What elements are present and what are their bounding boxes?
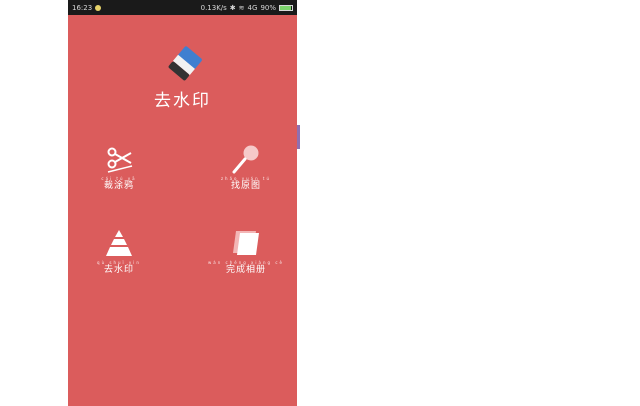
crop-doodle-button[interactable]: cái tú yā 裁涂鸦 — [79, 144, 159, 191]
bluetooth-icon: ✱ — [229, 3, 236, 12]
tile-label: 裁涂鸦 — [103, 181, 134, 191]
battery-icon — [279, 4, 293, 11]
battery-percent: 90% — [260, 3, 276, 12]
eraser-icon — [168, 46, 202, 81]
tile-pinyin: qù shuǐ yìn — [97, 260, 141, 265]
remove-watermark-button[interactable]: qù shuǐ yìn 去水印 — [79, 228, 159, 275]
tile-label: 找原图 — [230, 181, 261, 191]
app-screen: 16:23 0.13K/s ✱ ≋ 4G 90% 去水印 cái tú yā 裁… — [68, 0, 297, 406]
app-title: 去水印 — [154, 91, 211, 111]
triangle-stack-icon — [106, 230, 132, 256]
wifi-icon: ≋ — [238, 3, 245, 12]
tile-pinyin: wán chéng xiàng cè — [207, 260, 284, 265]
tile-pinyin: zhǎo yuán tú — [220, 176, 272, 181]
status-time: 16:23 — [72, 3, 93, 12]
side-handle[interactable] — [297, 125, 300, 149]
tile-pinyin: cái tú yā — [101, 176, 137, 181]
find-original-button[interactable]: zhǎo yuán tú 找原图 — [206, 144, 286, 191]
tile-label: 去水印 — [103, 265, 134, 275]
complete-album-button[interactable]: wán chéng xiàng cè 完成相册 — [206, 228, 286, 275]
network-type: 4G — [247, 3, 258, 12]
status-bar: 16:23 0.13K/s ✱ ≋ 4G 90% — [68, 0, 297, 15]
magnifier-icon — [232, 145, 259, 174]
photo-album-icon — [233, 231, 259, 255]
notification-icon — [95, 4, 102, 11]
tile-label: 完成相册 — [225, 265, 266, 275]
network-speed: 0.13K/s — [200, 3, 227, 12]
scissors-icon — [107, 147, 133, 173]
